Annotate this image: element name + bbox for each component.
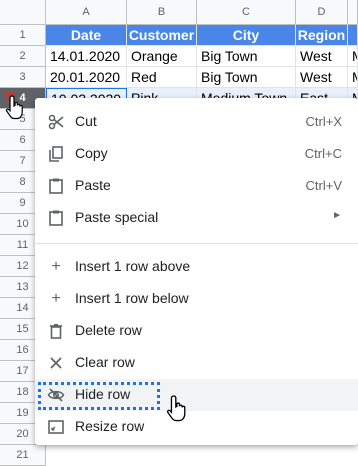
menu-item-paste-special[interactable]: Paste special ► (35, 202, 358, 234)
hand-cursor-icon (166, 395, 186, 422)
select-all-corner[interactable] (0, 0, 46, 25)
shortcut-label: Ctrl+V (305, 178, 342, 193)
menu-item-label: Resize row (75, 418, 145, 434)
menu-item-label: Copy (75, 145, 108, 161)
row-header[interactable]: 2 (0, 46, 46, 67)
menu-item-label: Insert 1 row below (75, 290, 189, 306)
table-cell[interactable]: West (296, 67, 348, 88)
highlight-box (38, 382, 160, 410)
row-header[interactable]: 3 (0, 67, 46, 88)
column-header-c[interactable]: C (197, 0, 296, 25)
table-cell[interactable]: West (296, 46, 348, 67)
menu-item-label: Delete row (75, 322, 142, 338)
menu-item-clear-row[interactable]: Clear row (35, 347, 358, 379)
table-cell[interactable]: M (348, 46, 358, 67)
menu-item-copy[interactable]: Copy Ctrl+C (35, 138, 358, 170)
table-cell[interactable]: Red (127, 67, 197, 88)
clipboard-icon (49, 210, 63, 226)
table-cell[interactable]: M (348, 67, 358, 88)
menu-item-resize-row[interactable]: Resize row (35, 411, 358, 443)
header-cell-e[interactable] (348, 25, 358, 46)
shortcut-label: Ctrl+X (305, 114, 342, 129)
close-icon (50, 357, 62, 369)
submenu-arrow-icon: ► (332, 210, 342, 221)
table-cell[interactable]: Big Town (197, 46, 296, 67)
column-header-a[interactable]: A (46, 0, 127, 25)
header-cell-customer[interactable]: Customer (127, 25, 197, 46)
menu-item-label: Insert 1 row above (75, 258, 191, 274)
menu-item-label: Clear row (75, 354, 135, 370)
scissors-icon (48, 114, 64, 130)
menu-item-label: Cut (75, 113, 97, 129)
hand-cursor-icon (5, 95, 23, 120)
menu-item-insert-row-below[interactable]: + Insert 1 row below (35, 283, 358, 315)
column-header-b[interactable]: B (127, 0, 197, 25)
trash-icon (50, 324, 62, 339)
menu-item-label: Paste (75, 177, 111, 193)
copy-icon (49, 146, 63, 162)
row-header[interactable]: 21 (0, 445, 46, 466)
column-header-e[interactable] (348, 0, 358, 25)
plus-icon: + (51, 290, 61, 307)
menu-item-label: Paste special (75, 209, 159, 225)
table-cell[interactable]: 14.01.2020 (46, 46, 127, 67)
table-cell[interactable]: Orange (127, 46, 197, 67)
row-header[interactable]: 1 (0, 25, 46, 46)
header-cell-region[interactable]: Region (296, 25, 348, 46)
menu-divider (35, 243, 358, 244)
menu-item-insert-row-above[interactable]: + Insert 1 row above (35, 251, 358, 283)
clipboard-icon (49, 178, 63, 194)
table-cell[interactable]: Big Town (197, 67, 296, 88)
menu-item-paste[interactable]: Paste Ctrl+V (35, 170, 358, 202)
menu-item-cut[interactable]: Cut Ctrl+X (35, 106, 358, 138)
resize-icon (48, 420, 64, 434)
shortcut-label: Ctrl+C (304, 146, 342, 161)
column-header-d[interactable]: D (296, 0, 348, 25)
plus-icon: + (51, 258, 61, 275)
header-cell-date[interactable]: Date (46, 25, 127, 46)
menu-item-delete-row[interactable]: Delete row (35, 315, 358, 347)
table-cell[interactable]: 20.01.2020 (46, 67, 127, 88)
header-cell-city[interactable]: City (197, 25, 296, 46)
